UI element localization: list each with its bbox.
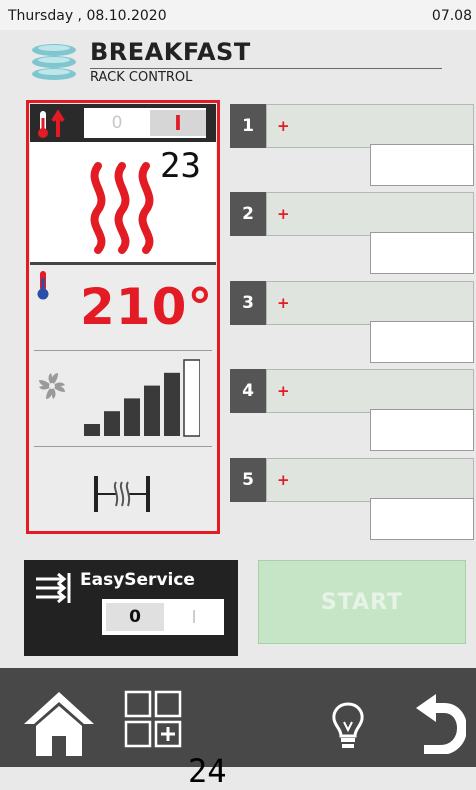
panel-divider — [34, 350, 212, 351]
grid-add-icon[interactable] — [124, 690, 184, 750]
heat-toggle-off[interactable]: 0 — [84, 108, 150, 138]
fan-level-bar — [183, 359, 200, 437]
fan-icon — [39, 373, 65, 399]
rack-timer-box[interactable] — [370, 321, 474, 363]
heat-toggle-on[interactable]: I — [150, 110, 206, 136]
easy-service-label: EasyService — [80, 570, 195, 590]
heat-level-value: 23 — [160, 146, 201, 186]
nav-badge-count: 24 — [188, 752, 227, 790]
home-icon[interactable] — [22, 690, 96, 758]
clock-text: 07.08 — [431, 8, 472, 24]
temperature-value[interactable]: 210° — [80, 278, 213, 336]
start-button[interactable]: START — [258, 560, 466, 644]
rack-timer-box[interactable] — [370, 232, 474, 274]
rack-program-bar[interactable]: + — [266, 369, 474, 413]
fan-level-bar — [104, 411, 120, 436]
layers-logo-icon — [32, 44, 76, 80]
fan-level-bar — [144, 385, 160, 436]
fan-level-bar — [124, 398, 140, 436]
easy-service-toggle-off[interactable]: 0 — [106, 603, 164, 631]
rack-program-bar[interactable]: + — [266, 192, 474, 236]
fan-level-bar — [164, 372, 180, 436]
back-icon[interactable] — [410, 692, 466, 754]
rack-timer-box[interactable] — [370, 498, 474, 540]
fan-level-bar — [84, 424, 100, 436]
rack-timer-box[interactable] — [370, 409, 474, 451]
program-title: BREAKFAST — [90, 38, 251, 66]
easy-service-toggle-on[interactable]: I — [166, 603, 222, 631]
panel-divider — [30, 262, 216, 265]
fan-level-bars[interactable] — [80, 356, 200, 438]
thermometer-up-icon — [38, 109, 65, 138]
heat-waves-icon — [90, 162, 154, 254]
program-subtitle: RACK CONTROL — [90, 70, 193, 85]
rack-number[interactable]: 2 — [230, 192, 266, 236]
rack-program-bar[interactable]: + — [266, 458, 474, 502]
bulb-icon[interactable] — [330, 700, 366, 752]
rack-number[interactable]: 1 — [230, 104, 266, 148]
damper-icon[interactable] — [90, 474, 154, 514]
rack-add-icon[interactable]: + — [277, 471, 290, 489]
rack-add-icon[interactable]: + — [277, 117, 290, 135]
rack-program-bar[interactable]: + — [266, 104, 474, 148]
easy-service-icon — [36, 572, 71, 604]
rack-number[interactable]: 5 — [230, 458, 266, 502]
rack-program-bar[interactable]: + — [266, 281, 474, 325]
rack-number[interactable]: 3 — [230, 281, 266, 325]
thermometer-icon — [37, 271, 49, 300]
rack-add-icon[interactable]: + — [277, 382, 290, 400]
rack-timer-box[interactable] — [370, 144, 474, 186]
rack-add-icon[interactable]: + — [277, 205, 290, 223]
rack-add-icon[interactable]: + — [277, 294, 290, 312]
rack-number[interactable]: 4 — [230, 369, 266, 413]
title-divider — [90, 68, 442, 69]
date-text: Thursday , 08.10.2020 — [8, 8, 167, 24]
panel-divider — [34, 446, 212, 447]
